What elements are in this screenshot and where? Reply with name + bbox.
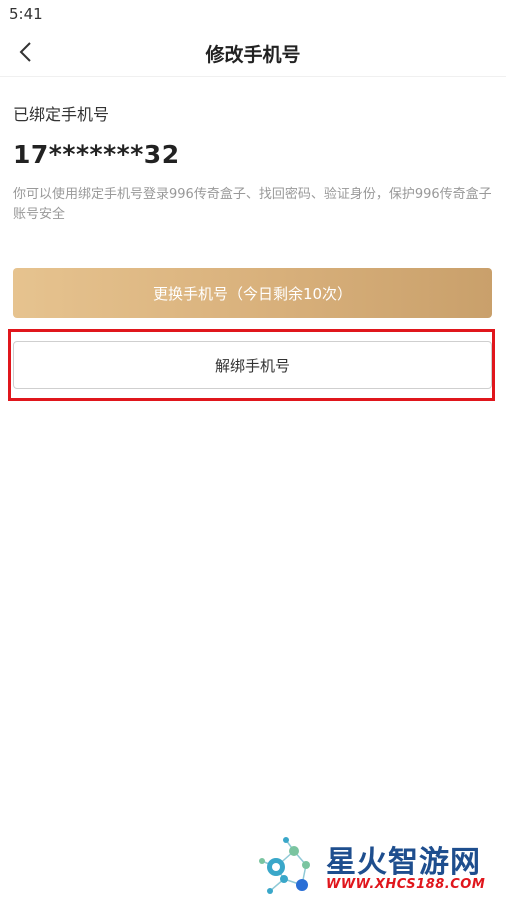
network-logo-icon <box>259 837 310 894</box>
nav-bar: 修改手机号 <box>0 28 506 77</box>
watermark-title: 星火智游网 <box>326 845 481 880</box>
bound-phone-label: 已绑定手机号 <box>13 105 110 124</box>
unbind-phone-button[interactable]: 解绑手机号 <box>13 341 492 389</box>
watermark: 星火智游网 WWW.XHCS188.COM <box>256 835 506 898</box>
bound-phone-description: 你可以使用绑定手机号登录996传奇盒子、找回密码、验证身份，保护996传奇盒子账… <box>13 187 492 222</box>
change-phone-button[interactable]: 更换手机号（今日剩余10次） <box>13 268 492 318</box>
watermark-url: WWW.XHCS188.COM <box>326 877 486 892</box>
status-bar: 5:41 <box>0 0 506 28</box>
page-title: 修改手机号 <box>205 44 301 66</box>
status-time: 5:41 <box>9 5 43 23</box>
bound-phone-number: 17*******32 <box>13 140 180 169</box>
